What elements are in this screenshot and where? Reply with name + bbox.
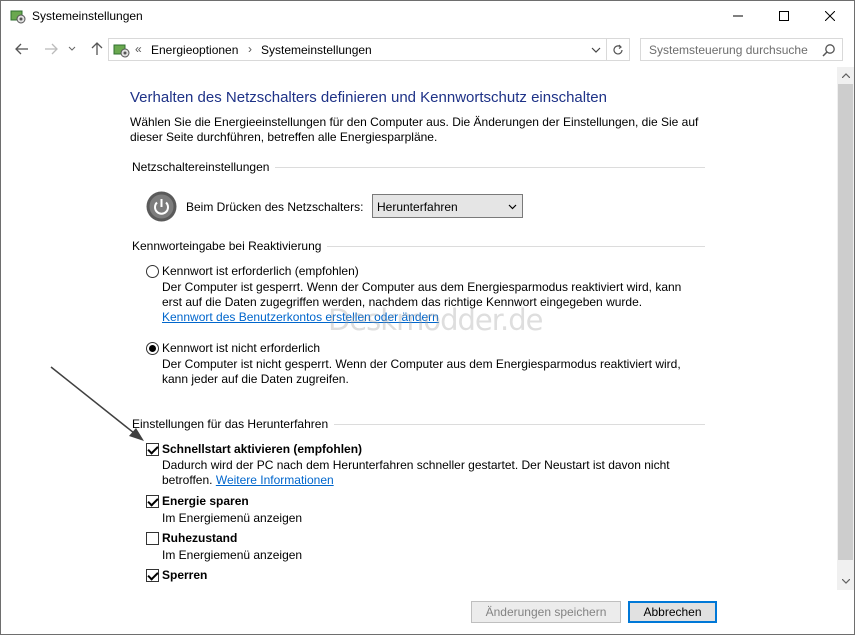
breadcrumb-separator: › [248, 42, 252, 56]
minimize-icon [733, 15, 743, 17]
option-label-password-not-required: Kennwort ist nicht erforderlich [162, 341, 321, 355]
breadcrumb-systemeinstellungen[interactable]: Systemeinstellungen [261, 43, 372, 57]
section-heading-power: Netzschaltereinstellungen [132, 160, 276, 174]
power-icon [146, 191, 177, 222]
maximize-icon [779, 11, 789, 21]
breadcrumb-energieoptionen[interactable]: Energieoptionen [151, 43, 238, 57]
window: Systemeinstellungen « Energieoptionen › … [0, 0, 855, 635]
up-button[interactable] [87, 39, 107, 59]
option-desc-password-not-required: Der Computer ist nicht gesperrt. Wenn de… [162, 357, 681, 386]
search-input[interactable] [641, 39, 816, 60]
search-icon[interactable] [822, 43, 836, 57]
chevron-down-icon[interactable] [590, 44, 602, 56]
checkbox-fast-startup[interactable] [146, 443, 159, 456]
power-button-action-value: Herunterfahren [377, 200, 458, 214]
intro-text: Wählen Sie die Energieeinstellungen für … [130, 115, 699, 144]
chevron-down-icon [508, 204, 517, 210]
window-title: Systemeinstellungen [32, 9, 143, 23]
arrow-right-icon [45, 43, 58, 55]
control-panel-icon [113, 44, 130, 58]
close-button[interactable] [807, 1, 853, 31]
refresh-icon [613, 44, 623, 54]
scroll-thumb[interactable] [838, 84, 853, 560]
checkbox-label-lock: Sperren [162, 568, 208, 582]
power-button-label: Beim Drücken des Netzschalters: [186, 200, 364, 214]
title-bar: Systemeinstellungen [1, 1, 854, 31]
checkbox-sleep[interactable] [146, 495, 159, 508]
section-heading-shutdown: Einstellungen für das Herunterfahren [132, 417, 335, 431]
scroll-up-button[interactable] [837, 67, 854, 84]
minimize-button[interactable] [715, 1, 761, 31]
arrow-up-icon [91, 42, 103, 55]
control-panel-icon [10, 10, 26, 24]
back-button[interactable] [12, 39, 32, 59]
scroll-down-button[interactable] [837, 573, 854, 590]
option-desc-password-required: Der Computer ist gesperrt. Wenn der Comp… [162, 280, 682, 325]
refresh-button[interactable] [607, 38, 630, 61]
content-area: Verhalten des Netzschalters definieren u… [1, 67, 837, 590]
section-heading-password: Kennworteingabe bei Reaktivierung [132, 239, 328, 253]
checkbox-desc-fast-startup: Dadurch wird der PC nach dem Herunterfah… [162, 458, 682, 488]
chevron-down-icon [68, 46, 76, 51]
forward-button[interactable] [41, 39, 61, 59]
checkbox-desc-sleep: Im Energiemenü anzeigen [162, 511, 303, 525]
option-desc-text: Der Computer ist gesperrt. Wenn der Comp… [162, 280, 682, 309]
checkbox-desc-hibernate: Im Energiemenü anzeigen [162, 548, 303, 562]
recent-locations-button[interactable] [65, 39, 79, 59]
breadcrumb-overflow[interactable]: « [135, 42, 142, 56]
checkbox-label-fast-startup: Schnellstart aktivieren (empfohlen) [162, 442, 363, 456]
address-bar[interactable]: « Energieoptionen › Systemeinstellungen [108, 38, 607, 61]
checkbox-label-sleep: Energie sparen [162, 494, 249, 508]
save-changes-button[interactable]: Änderungen speichern [471, 601, 621, 623]
power-button-action-select[interactable]: Herunterfahren [372, 194, 523, 218]
checkbox-label-hibernate: Ruhezustand [162, 531, 238, 545]
option-label-password-required: Kennwort ist erforderlich (empfohlen) [162, 264, 359, 278]
close-icon [825, 11, 835, 21]
navigation-bar: « Energieoptionen › Systemeinstellungen [1, 31, 854, 67]
chevron-down-icon [841, 579, 850, 584]
vertical-scrollbar[interactable] [837, 67, 854, 590]
more-info-link[interactable]: Weitere Informationen [216, 473, 334, 487]
radio-password-required[interactable] [146, 265, 159, 278]
radio-password-not-required[interactable] [146, 342, 159, 355]
change-password-link[interactable]: Kennwort des Benutzerkontos erstellen od… [162, 310, 439, 324]
checkbox-lock[interactable] [146, 569, 159, 582]
cancel-button[interactable]: Abbrechen [628, 601, 717, 623]
search-box[interactable] [640, 38, 843, 61]
arrow-left-icon [15, 43, 28, 55]
chevron-up-icon [841, 73, 850, 78]
maximize-button[interactable] [761, 1, 807, 31]
checkbox-hibernate[interactable] [146, 532, 159, 545]
page-title: Verhalten des Netzschalters definieren u… [130, 89, 607, 106]
footer: Änderungen speichern Abbrechen [1, 590, 854, 634]
